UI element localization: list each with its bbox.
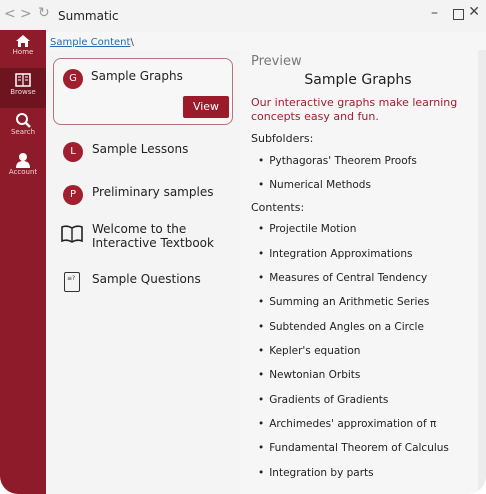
list-item-preliminary-samples[interactable]: P Preliminary samples	[46, 183, 240, 223]
preview-title: Sample Graphs	[304, 72, 412, 88]
item-title: Preliminary samples	[92, 185, 214, 199]
item-title-line2: Interactive Textbook	[92, 236, 214, 250]
list-item-sample-questions[interactable]: ≡? Sample Questions	[46, 270, 240, 310]
preview-label: Preview	[251, 54, 302, 69]
rail-item-account[interactable]: Account	[0, 150, 46, 186]
browse-icon	[15, 73, 31, 87]
content-link[interactable]: Integration by parts	[258, 467, 373, 479]
title-bar: < > ↻ Summatic – ✕	[0, 0, 486, 32]
list-item-sample-lessons[interactable]: L Sample Lessons	[46, 140, 240, 180]
subfolder-link[interactable]: Numerical Methods	[258, 179, 371, 191]
content-link[interactable]: Archimedes' approximation of π	[258, 418, 436, 430]
book-icon	[61, 225, 83, 243]
breadcrumb-link-sample-content[interactable]: Sample Content	[50, 37, 130, 48]
rail-item-browse[interactable]: Browse	[0, 68, 46, 108]
content-link[interactable]: Measures of Central Tendency	[258, 272, 427, 284]
refresh-icon[interactable]: ↻	[38, 5, 50, 21]
subfolders-heading: Subfolders:	[251, 132, 314, 145]
preview-panel: Preview Sample Graphs Our interactive gr…	[240, 50, 476, 494]
badge-g: G	[63, 69, 83, 89]
maximize-button[interactable]	[453, 9, 464, 20]
content-list: G Sample Graphs View L Sample Lessons P …	[46, 50, 240, 494]
contents-heading: Contents:	[251, 201, 305, 214]
badge-l: L	[63, 142, 83, 162]
breadcrumb-separator: \	[130, 37, 134, 48]
app-window: < > ↻ Summatic – ✕ Home Browse Search Ac…	[0, 0, 486, 494]
item-title: Sample Lessons	[92, 142, 189, 156]
close-button[interactable]: ✕	[468, 4, 480, 20]
content-link[interactable]: Integration Approximations	[258, 248, 412, 260]
question-icon-glyph: ≡?	[67, 275, 76, 282]
content-link[interactable]: Kepler's equation	[258, 345, 360, 357]
content-link[interactable]: Fundamental Theorem of Calculus	[258, 442, 449, 454]
content-link[interactable]: Projectile Motion	[258, 223, 356, 235]
question-sheet-icon: ≡?	[64, 272, 80, 292]
view-button[interactable]: View	[183, 96, 229, 118]
content-link[interactable]: Gradients of Gradients	[258, 394, 388, 406]
item-title: Welcome to the	[92, 222, 187, 236]
rail-label-search: Search	[10, 128, 36, 136]
list-item-interactive-textbook[interactable]: Welcome to the Interactive Textbook	[46, 220, 240, 268]
rail-label-browse: Browse	[10, 88, 36, 96]
rail-label-account: Account	[8, 168, 38, 176]
subfolder-link[interactable]: Pythagoras' Theorem Proofs	[258, 155, 417, 167]
preview-description: Our interactive graphs make learning con…	[251, 96, 458, 123]
account-icon	[16, 153, 30, 168]
minimize-button[interactable]: –	[431, 5, 438, 21]
back-button[interactable]: <	[4, 6, 16, 22]
home-icon	[16, 35, 30, 47]
content-link[interactable]: Newtonian Orbits	[258, 369, 360, 381]
rail-item-search[interactable]: Search	[0, 110, 46, 148]
content-link[interactable]: Subtended Angles on a Circle	[258, 321, 424, 333]
item-title: Sample Questions	[92, 272, 201, 286]
breadcrumb: Sample Content\	[50, 37, 134, 48]
badge-p: P	[63, 185, 83, 205]
rail-label-home: Home	[12, 48, 34, 56]
window-title: Summatic	[58, 9, 119, 23]
rail-item-home[interactable]: Home	[0, 32, 46, 68]
preview-scrollbar[interactable]	[478, 50, 486, 494]
list-item-sample-graphs[interactable]: G Sample Graphs View	[53, 58, 233, 125]
search-icon	[16, 113, 31, 128]
nav-rail: Home Browse Search Account	[0, 30, 46, 494]
content-link[interactable]: Summing an Arithmetic Series	[258, 296, 429, 308]
forward-button[interactable]: >	[20, 6, 32, 22]
item-title: Sample Graphs	[91, 69, 183, 83]
